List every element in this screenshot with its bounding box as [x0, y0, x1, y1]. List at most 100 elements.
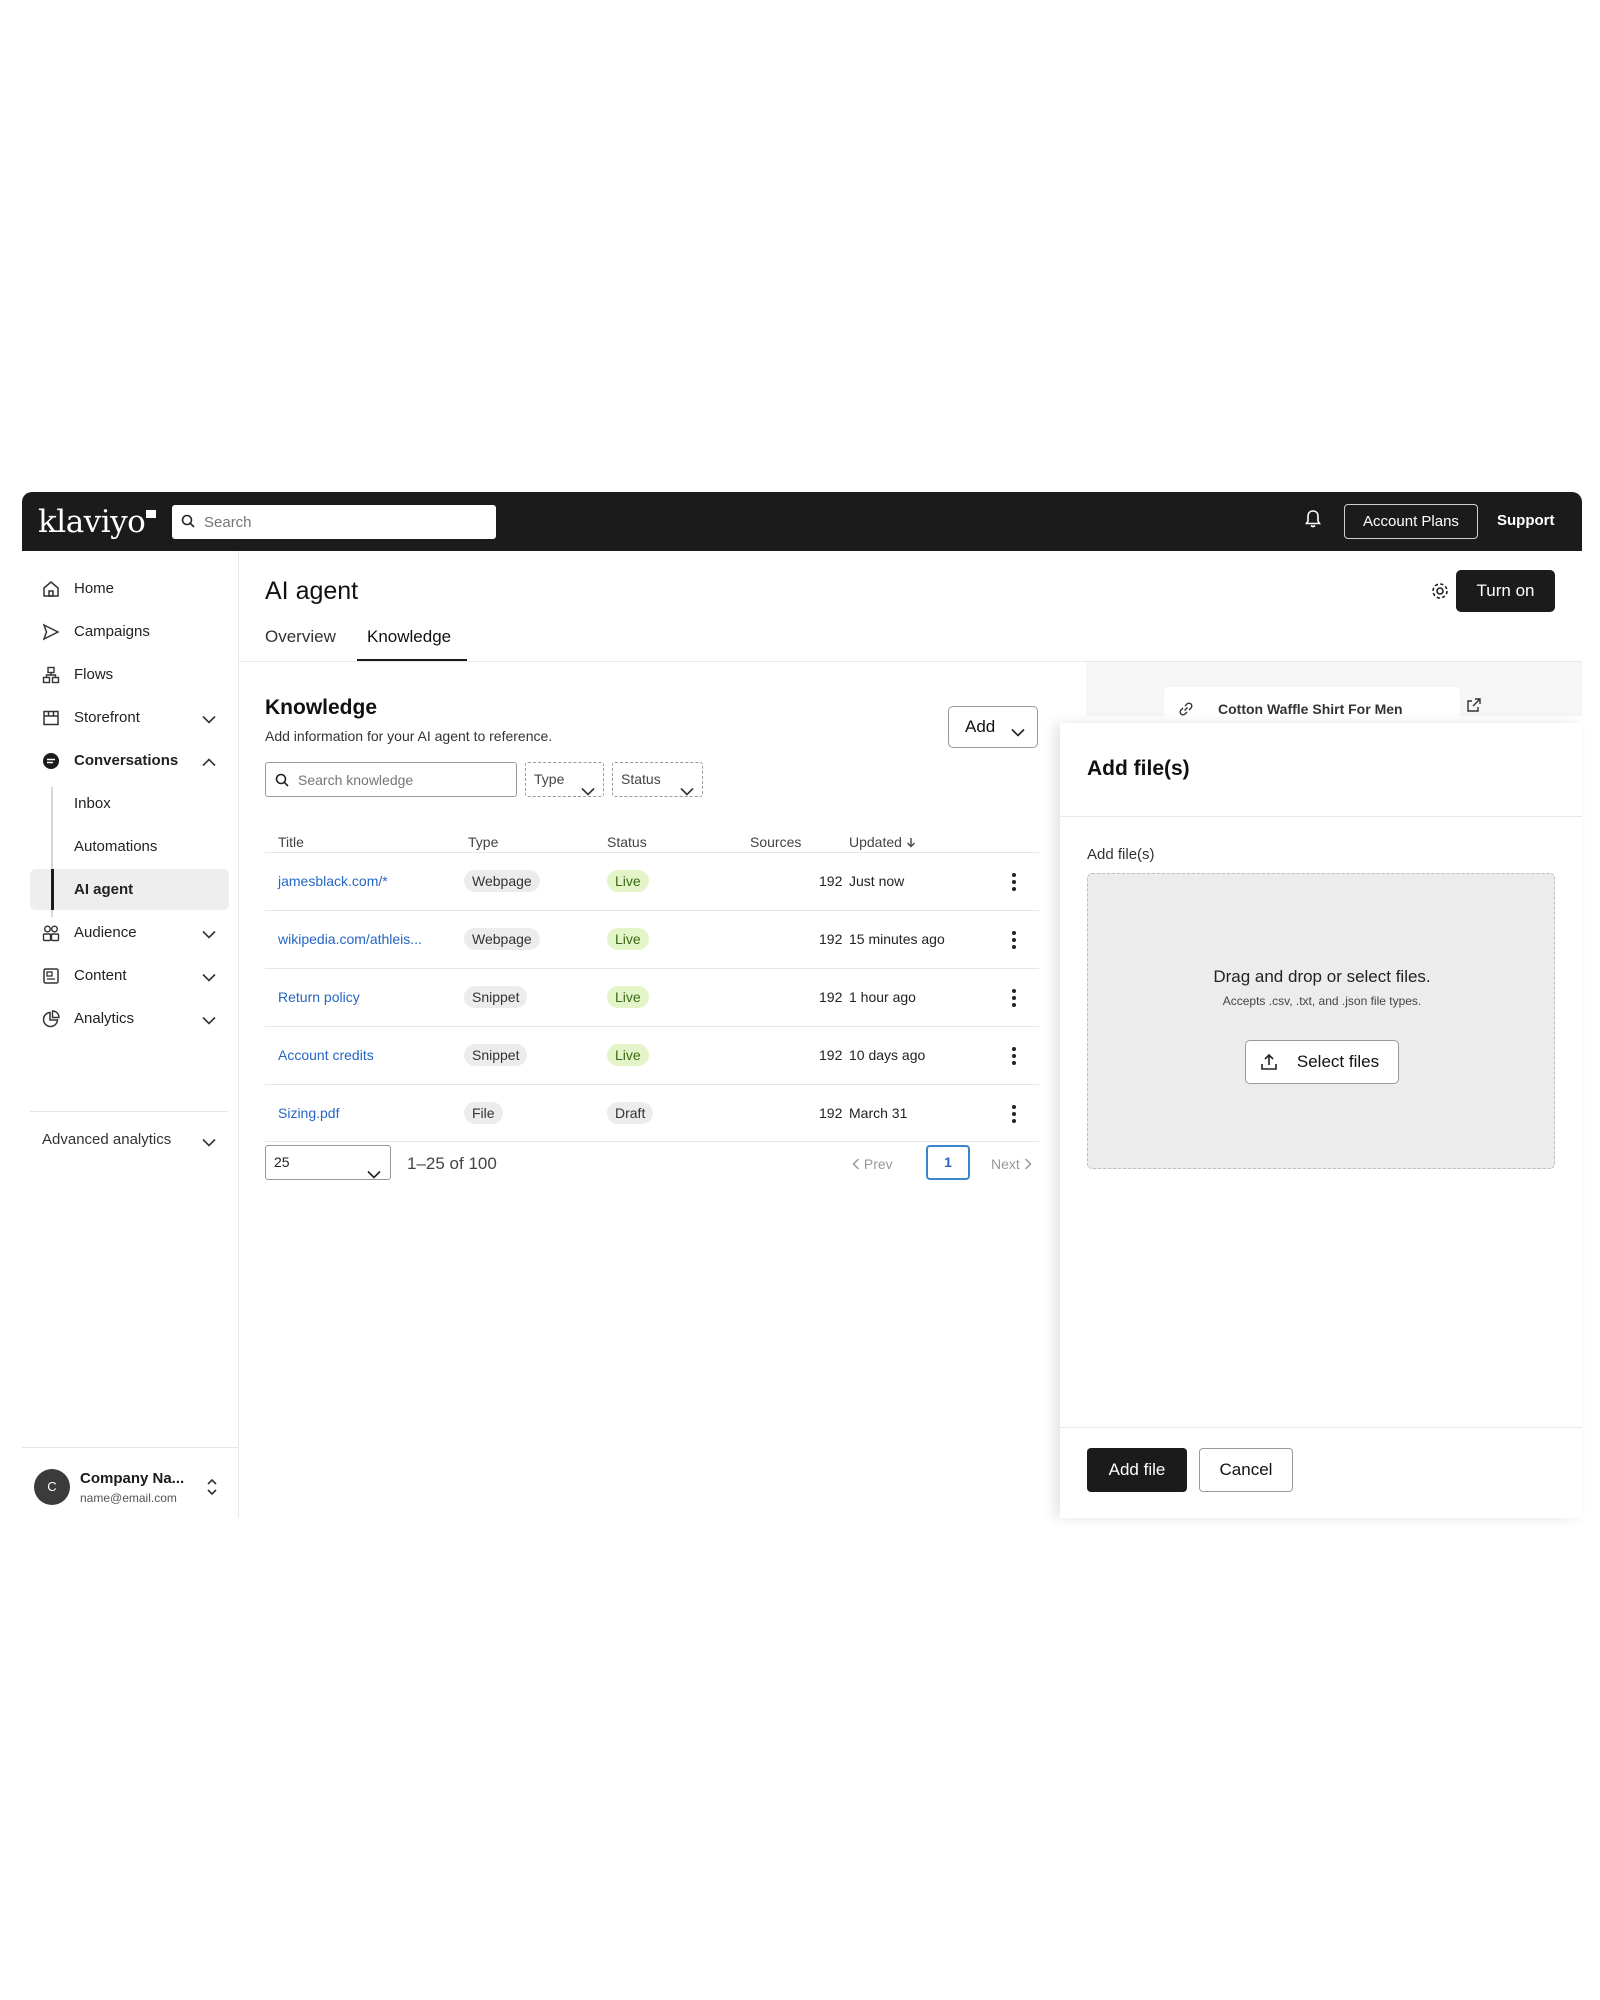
row-title-link[interactable]: jamesblack.com/* [278, 873, 388, 889]
top-bar: klaviyo Account Plans Support [22, 492, 1582, 551]
status-filter[interactable]: Status [612, 762, 703, 797]
table-row[interactable]: Account credits Snippet Live 192 10 days… [265, 1026, 1039, 1084]
column-header-type[interactable]: Type [468, 834, 498, 850]
column-header-title[interactable]: Title [278, 834, 304, 850]
more-actions-icon[interactable] [1011, 930, 1017, 955]
knowledge-search[interactable] [265, 762, 517, 797]
sidebar-item-analytics[interactable]: Analytics [30, 998, 228, 1039]
sidebar-item-campaigns[interactable]: Campaigns [30, 611, 228, 652]
row-title-link[interactable]: wikipedia.com/athleis... [278, 931, 422, 947]
sidebar-item-label: Content [74, 967, 127, 984]
drawer-title: Add file(s) [1087, 757, 1190, 780]
row-sources: 192 [819, 1047, 843, 1063]
support-link[interactable]: Support [1497, 512, 1555, 529]
add-files-drawer: Add file(s) Add file(s) Drag and drop or… [1060, 723, 1582, 1518]
klaviyo-logo[interactable]: klaviyo [38, 502, 157, 542]
sidebar-item-label: Analytics [74, 1010, 135, 1027]
send-icon [42, 622, 66, 641]
sidebar-item-flows[interactable]: Flows [30, 654, 228, 695]
external-link-icon[interactable] [1466, 697, 1482, 718]
chevron-down-icon [202, 969, 216, 986]
cancel-button[interactable]: Cancel [1199, 1448, 1293, 1492]
add-knowledge-button[interactable]: Add [948, 706, 1038, 748]
chevron-up-icon [202, 754, 216, 771]
table-row[interactable]: wikipedia.com/athleis... Webpage Live 19… [265, 910, 1039, 968]
row-sources: 192 [819, 873, 843, 889]
pagination-range: 1–25 of 100 [407, 1154, 497, 1173]
account-plans-button[interactable]: Account Plans [1344, 504, 1478, 539]
page-size-select[interactable]: 25 [265, 1145, 391, 1180]
sidebar-item-label: Audience [74, 924, 137, 941]
sidebar-item-audience[interactable]: Audience [30, 912, 228, 953]
row-title-link[interactable]: Sizing.pdf [278, 1105, 339, 1121]
status-badge: Live [607, 870, 649, 892]
type-filter-label: Type [534, 771, 565, 787]
sidebar-subitem-ai-agent[interactable]: AI agent [30, 869, 229, 910]
bell-icon[interactable] [1304, 509, 1322, 534]
prev-page-button[interactable]: Prev [852, 1156, 893, 1172]
type-badge: Snippet [464, 986, 528, 1008]
account-switcher[interactable]: C Company Na... name@email.com [22, 1447, 239, 1518]
more-actions-icon[interactable] [1011, 872, 1017, 897]
tab-overview[interactable]: Overview [265, 627, 336, 647]
search-icon [181, 514, 195, 533]
table-row[interactable]: Sizing.pdf File Draft 192 March 31 [265, 1084, 1039, 1142]
page-number-button[interactable]: 1 [926, 1145, 970, 1180]
sidebar-item-content[interactable]: Content [30, 955, 228, 996]
knowledge-search-input[interactable] [298, 763, 508, 796]
tab-knowledge[interactable]: Knowledge [367, 627, 451, 647]
chevron-down-icon [1011, 722, 1025, 742]
file-dropzone[interactable]: Drag and drop or select files. Accepts .… [1087, 873, 1555, 1169]
row-title-link[interactable]: Account credits [278, 1047, 374, 1063]
sidebar-item-label: Flows [74, 666, 114, 683]
global-search-input[interactable] [204, 505, 484, 539]
sidebar-item-advanced-analytics[interactable]: Advanced analytics [42, 1131, 216, 1148]
prev-label: Prev [863, 1156, 893, 1172]
sidebar-subitem-inbox[interactable]: Inbox [30, 783, 229, 824]
add-file-button[interactable]: Add file [1087, 1448, 1187, 1492]
row-sources: 192 [819, 1105, 843, 1121]
more-actions-icon[interactable] [1011, 988, 1017, 1013]
more-actions-icon[interactable] [1011, 1046, 1017, 1071]
select-files-button[interactable]: Select files [1245, 1040, 1399, 1084]
flows-icon [42, 666, 66, 684]
arrow-down-icon [906, 834, 916, 850]
type-filter[interactable]: Type [525, 762, 604, 797]
more-actions-icon[interactable] [1011, 1104, 1017, 1129]
row-sources: 192 [819, 931, 843, 947]
column-header-updated[interactable]: Updated [849, 834, 916, 850]
home-icon [42, 580, 66, 598]
table-row[interactable]: Return policy Snippet Live 192 1 hour ag… [265, 968, 1039, 1026]
chevron-down-icon [202, 711, 216, 728]
chevron-down-icon [202, 926, 216, 943]
turn-on-button[interactable]: Turn on [1456, 570, 1555, 612]
sidebar-item-conversations[interactable]: Conversations [30, 740, 228, 781]
type-badge: Snippet [464, 1044, 528, 1066]
search-icon [275, 773, 289, 792]
account-name: Company Na... [80, 1470, 185, 1487]
sidebar: Home Campaigns Flows Storefront Conversa… [22, 551, 239, 1518]
column-header-status[interactable]: Status [607, 834, 647, 850]
next-page-button[interactable]: Next [991, 1156, 1032, 1172]
sidebar-item-home[interactable]: Home [30, 568, 228, 609]
row-title-link[interactable]: Return policy [278, 989, 360, 1005]
add-button-label: Add [965, 717, 996, 736]
chevron-updown-icon[interactable] [206, 1477, 218, 1502]
dropzone-file-types: Accepts .csv, .txt, and .json file types… [1222, 994, 1422, 1008]
sidebar-subitem-automations[interactable]: Automations [30, 826, 229, 867]
sidebar-item-label: Conversations [74, 752, 179, 769]
column-header-sources[interactable]: Sources [750, 834, 801, 850]
avatar: C [34, 1469, 70, 1505]
chevron-down-icon [202, 1134, 216, 1151]
global-search[interactable] [172, 505, 496, 539]
analytics-icon [42, 1009, 66, 1028]
link-icon [1178, 701, 1194, 716]
chevron-down-icon [367, 1158, 381, 1191]
table-row[interactable]: jamesblack.com/* Webpage Live 192 Just n… [265, 852, 1039, 910]
sidebar-item-storefront[interactable]: Storefront [30, 697, 228, 738]
chevron-down-icon [581, 775, 595, 808]
account-email: name@email.com [80, 1491, 177, 1505]
gear-icon[interactable] [1430, 581, 1450, 606]
status-filter-label: Status [621, 771, 661, 787]
next-label: Next [991, 1156, 1020, 1172]
